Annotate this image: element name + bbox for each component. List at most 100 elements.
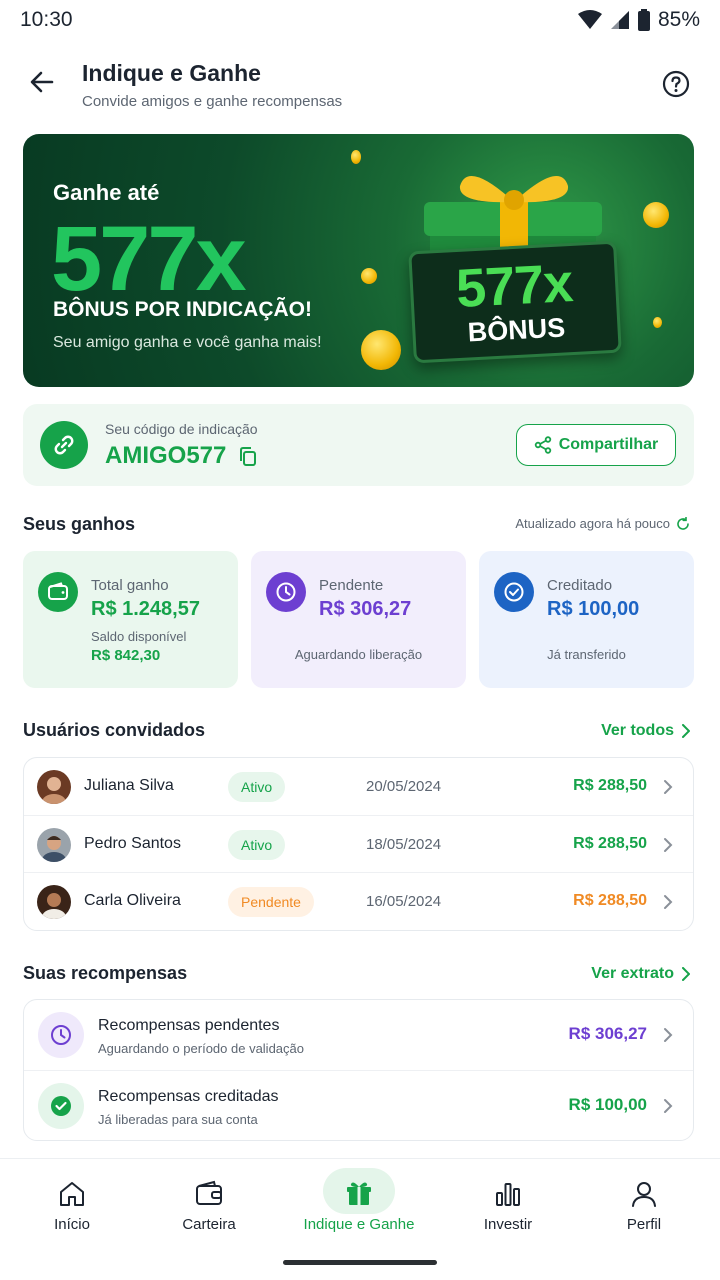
share-button[interactable]: Compartilhar <box>516 424 676 466</box>
reward-value: R$ 100,00 <box>568 1095 647 1114</box>
earnings-title: Seus ganhos <box>23 514 136 534</box>
coin-icon <box>653 317 662 328</box>
user-name: Juliana Silva <box>84 777 174 794</box>
banner-bonus-line: BÔNUS POR INDICAÇÃO! <box>53 298 313 321</box>
stat-sub: Já transferido <box>547 647 626 662</box>
banner-subtitle: Seu amigo ganha e você ganha mais! <box>53 334 322 351</box>
reward-title: Recompensas pendentes <box>98 1017 280 1034</box>
rewards-title: Suas recompensas <box>23 963 188 983</box>
arrow-left-icon[interactable] <box>26 66 58 98</box>
statement-link[interactable]: Ver extrato <box>591 965 690 983</box>
avatar <box>37 885 71 919</box>
battery-percent: 85% <box>657 8 700 31</box>
referral-code[interactable]: AMIGO577 <box>105 442 226 470</box>
battery-icon <box>637 9 650 31</box>
referral-code-card: Seu código de indicação AMIGO577 Compart… <box>23 404 694 486</box>
reward-row[interactable]: Recompensas pendentes Aguardando o perío… <box>24 1000 693 1070</box>
wifi-icon <box>577 10 602 29</box>
stat-card-total[interactable]: Total ganho R$ 1.248,57 Saldo disponível… <box>23 551 238 688</box>
stat-label: Total ganho <box>91 577 169 594</box>
user-row[interactable]: Carla Oliveira Pendente 16/05/2024 R$ 28… <box>24 872 693 929</box>
chevron-right-icon <box>664 780 673 794</box>
stat-label: Creditado <box>547 577 613 594</box>
coin-icon <box>361 268 377 284</box>
nav-label: Início <box>54 1216 90 1233</box>
avatar <box>37 828 71 862</box>
nav-item-wallet[interactable]: Carteira <box>137 1159 281 1249</box>
status-icons: 85% <box>577 8 700 32</box>
user-row[interactable]: Juliana Silva Ativo 20/05/2024 R$ 288,50 <box>24 758 693 815</box>
user-date: 18/05/2024 <box>366 836 442 853</box>
bonus-ticket: 577x BÔNUS <box>408 240 622 364</box>
user-date: 20/05/2024 <box>366 778 442 795</box>
home-indicator[interactable] <box>283 1260 437 1265</box>
coin-icon <box>643 202 669 228</box>
share-icon <box>534 436 551 454</box>
reward-row[interactable]: Recompensas creditadas Já liberadas para… <box>24 1070 693 1140</box>
clock-icon <box>266 572 306 612</box>
stat-value: R$ 1.248,57 <box>91 598 200 620</box>
page-title: Indique e Ganhe <box>82 60 261 86</box>
nav-item-home[interactable]: Início <box>0 1159 144 1249</box>
status-badge: Ativo <box>228 830 286 860</box>
updated-status[interactable]: Atualizado agora há pouco <box>515 516 690 531</box>
user-value: R$ 288,50 <box>573 835 647 852</box>
chevron-right-icon <box>664 1028 673 1042</box>
stat-value: R$ 306,27 <box>319 598 412 620</box>
wallet-icon <box>196 1180 222 1205</box>
nav-item-refer[interactable]: Indique e Ganhe <box>287 1159 431 1249</box>
signal-icon <box>610 11 629 29</box>
stat-sub: Aguardando liberação <box>294 647 423 662</box>
user-date: 16/05/2024 <box>366 893 442 910</box>
users-title: Usuários convidados <box>23 720 206 740</box>
coin-icon <box>351 150 361 164</box>
nav-label: Carteira <box>182 1216 236 1233</box>
user-row[interactable]: Pedro Santos Ativo 18/05/2024 R$ 288,50 <box>24 815 693 872</box>
reward-value: R$ 306,27 <box>568 1024 647 1043</box>
page-subtitle: Convide amigos e ganhe recompensas <box>82 93 343 110</box>
user-name: Carla Oliveira <box>84 892 181 909</box>
chevron-right-icon <box>664 895 673 909</box>
user-value: R$ 288,50 <box>573 777 647 794</box>
copy-icon[interactable] <box>237 446 259 468</box>
refresh-icon <box>677 516 689 530</box>
chevron-right-icon <box>682 967 690 981</box>
chevron-right-icon <box>682 724 690 738</box>
nav-item-profile[interactable]: Perfil <box>572 1159 716 1249</box>
stat-sub-value: R$ 842,30 <box>91 647 161 664</box>
bar-chart-icon <box>496 1183 520 1206</box>
nav-label: Indique e Ganhe <box>303 1216 415 1233</box>
chevron-right-icon <box>664 1099 673 1113</box>
user-value: R$ 288,50 <box>573 892 647 909</box>
see-all-link[interactable]: Ver todos <box>601 722 690 740</box>
avatar <box>37 770 71 804</box>
reward-title: Recompensas creditadas <box>98 1088 279 1105</box>
user-icon <box>632 1182 656 1207</box>
see-all-label: Ver todos <box>601 722 674 739</box>
user-name: Pedro Santos <box>84 835 181 852</box>
promo-banner[interactable]: Ganhe até 577x BÔNUS POR INDICAÇÃO! Seu … <box>23 134 694 387</box>
stat-card-credited[interactable]: Creditado R$ 100,00 Já transferido <box>479 551 694 688</box>
clock-icon <box>38 1012 84 1058</box>
chevron-right-icon <box>664 838 673 852</box>
users-list: Juliana Silva Ativo 20/05/2024 R$ 288,50… <box>23 757 694 931</box>
stat-card-pending[interactable]: Pendente R$ 306,27 Aguardando liberação <box>251 551 466 688</box>
updated-text: Atualizado agora há pouco <box>515 516 670 531</box>
share-label: Compartilhar <box>558 436 659 453</box>
stat-value: R$ 100,00 <box>547 598 640 620</box>
reward-subtitle: Já liberadas para sua conta <box>98 1112 258 1127</box>
nav-label: Perfil <box>626 1216 662 1233</box>
wallet-icon <box>38 572 78 612</box>
nav-label: Investir <box>483 1216 533 1233</box>
status-badge: Ativo <box>228 772 286 802</box>
check-circle-icon <box>38 1083 84 1129</box>
nav-item-invest[interactable]: Investir <box>436 1159 580 1249</box>
link-icon <box>40 421 88 469</box>
help-circle-icon[interactable] <box>662 70 690 98</box>
stat-label: Pendente <box>319 577 384 594</box>
app-header: Indique e Ganhe Convide amigos e ganhe r… <box>0 56 720 120</box>
rewards-list: Recompensas pendentes Aguardando o perío… <box>23 999 694 1141</box>
reward-subtitle: Aguardando o período de validação <box>98 1041 304 1056</box>
referral-code-label: Seu código de indicação <box>105 421 258 437</box>
home-icon <box>60 1182 84 1206</box>
